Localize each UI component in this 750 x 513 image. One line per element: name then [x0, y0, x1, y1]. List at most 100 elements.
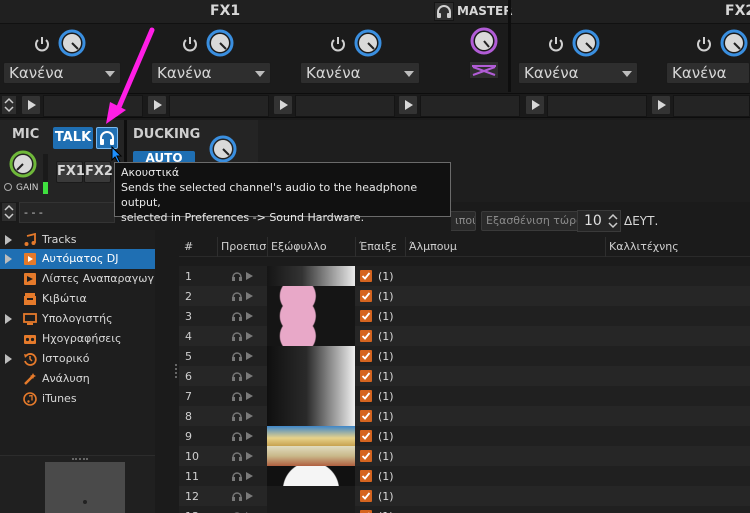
- effect3-knob[interactable]: [353, 28, 383, 58]
- preview-headphone-icon[interactable]: [231, 411, 243, 422]
- table-row[interactable]: 11 (1): [179, 466, 750, 486]
- preview-headphone-icon[interactable]: [231, 291, 243, 302]
- sidebar-item-tracks[interactable]: Tracks: [0, 230, 155, 250]
- preview-play-icon[interactable]: [246, 312, 253, 320]
- table-row[interactable]: 2 (1): [179, 286, 750, 306]
- played-checkbox[interactable]: [360, 270, 372, 282]
- preview-headphone-icon[interactable]: [231, 491, 243, 502]
- table-row[interactable]: 3 (1): [179, 306, 750, 326]
- column-header-cover[interactable]: Εξώφυλλο: [267, 237, 355, 257]
- column-header-played[interactable]: Έπαιξε: [355, 237, 405, 257]
- effect2-power-button[interactable]: [181, 35, 199, 53]
- sidebar-item-playlists[interactable]: Λίστες Αναπαραγωγής: [0, 269, 167, 289]
- sidebar-item-crates[interactable]: Κιβώτια: [0, 289, 155, 309]
- preview-headphone-icon[interactable]: [231, 451, 243, 462]
- ducking-strength-knob[interactable]: [208, 134, 238, 164]
- preview-play-icon[interactable]: [246, 272, 253, 280]
- preview-play-icon[interactable]: [246, 432, 253, 440]
- table-row[interactable]: 8 (1): [179, 406, 750, 426]
- table-row[interactable]: 6 (1): [179, 366, 750, 386]
- sidebar-item-history[interactable]: Ιστορικό: [0, 349, 155, 369]
- seconds-spinbox[interactable]: 10: [577, 210, 621, 232]
- preview-headphone-icon[interactable]: [231, 431, 243, 442]
- preview-play-icon[interactable]: [246, 412, 253, 420]
- sidebar-item-recordings[interactable]: Ηχογραφήσεις: [0, 329, 155, 349]
- mix-mode-toggle[interactable]: [469, 61, 499, 79]
- preview-headphone-icon[interactable]: [231, 331, 243, 342]
- autodj-partial-button[interactable]: ιπού: [451, 211, 476, 231]
- table-row[interactable]: 10 (1): [179, 446, 750, 466]
- effect3-select[interactable]: Κανένα: [300, 62, 420, 84]
- preview-headphone-icon[interactable]: [231, 391, 243, 402]
- table-row[interactable]: 12 (1): [179, 486, 750, 506]
- preview-headphone-icon[interactable]: [231, 311, 243, 322]
- sidebar-item-autodj[interactable]: Αυτόματος DJ: [0, 249, 155, 269]
- played-checkbox[interactable]: [360, 410, 372, 422]
- table-row[interactable]: 5 (1): [179, 346, 750, 366]
- play-button-1[interactable]: [21, 95, 41, 115]
- played-checkbox[interactable]: [360, 350, 372, 362]
- preview-play-icon[interactable]: [246, 292, 253, 300]
- transport-stepper-1[interactable]: [1, 95, 17, 115]
- play-button-6[interactable]: [651, 95, 671, 115]
- mix-knob[interactable]: [469, 26, 499, 56]
- preview-play-icon[interactable]: [246, 372, 253, 380]
- effect1-knob[interactable]: [57, 28, 87, 58]
- preview-play-icon[interactable]: [246, 332, 253, 340]
- played-checkbox[interactable]: [360, 470, 372, 482]
- play-button-3[interactable]: [273, 95, 293, 115]
- table-row[interactable]: 4 (1): [179, 326, 750, 346]
- played-checkbox[interactable]: [360, 490, 372, 502]
- column-header-album[interactable]: Άλμπουμ: [405, 237, 605, 257]
- effect2-knob[interactable]: [205, 28, 235, 58]
- table-row[interactable]: 7 (1): [179, 386, 750, 406]
- sidebar-item-computer[interactable]: Υπολογιστής: [0, 309, 155, 329]
- preview-play-icon[interactable]: [246, 392, 253, 400]
- preview-headphone-icon[interactable]: [231, 351, 243, 362]
- column-header-artist[interactable]: Καλλιτέχνης: [605, 237, 750, 257]
- effect4-select[interactable]: Κανένα: [518, 62, 638, 84]
- preview-play-icon[interactable]: [246, 472, 253, 480]
- effect4-power-button[interactable]: [547, 35, 565, 53]
- played-checkbox[interactable]: [360, 290, 372, 302]
- effect4-knob[interactable]: [571, 28, 601, 58]
- mic-fx2-button[interactable]: FX2: [84, 161, 113, 183]
- table-row[interactable]: 9 (1): [179, 426, 750, 446]
- played-checkbox[interactable]: [360, 390, 372, 402]
- sidebar-splitter[interactable]: [155, 230, 179, 513]
- effect2-select[interactable]: Κανένα: [151, 62, 271, 84]
- played-checkbox[interactable]: [360, 430, 372, 442]
- effect3-power-button[interactable]: [329, 35, 347, 53]
- played-checkbox[interactable]: [360, 310, 372, 322]
- mic-gain-knob[interactable]: [8, 149, 38, 179]
- preview-headphone-icon[interactable]: [231, 471, 243, 482]
- preview-play-icon[interactable]: [246, 452, 253, 460]
- fade-now-button[interactable]: Εξασθένιση τώρα: [481, 211, 589, 231]
- preview-play-icon[interactable]: [246, 352, 253, 360]
- library-stepper[interactable]: [1, 202, 17, 222]
- cover-panel-grip[interactable]: [72, 458, 88, 461]
- played-checkbox[interactable]: [360, 330, 372, 342]
- play-button-4[interactable]: [398, 95, 418, 115]
- sidebar-item-itunes[interactable]: iTunes: [0, 389, 155, 409]
- preview-headphone-icon[interactable]: [231, 371, 243, 382]
- played-checkbox[interactable]: [360, 450, 372, 462]
- sidebar-item-analyze[interactable]: Ανάλυση: [0, 369, 155, 389]
- column-header-preview[interactable]: Προεπισ: [217, 237, 267, 257]
- talk-button[interactable]: TALK: [53, 127, 93, 149]
- play-button-5[interactable]: [525, 95, 545, 115]
- table-row[interactable]: 13(1): [179, 506, 750, 513]
- effect1-power-button[interactable]: [33, 35, 51, 53]
- preview-headphone-icon[interactable]: [231, 271, 243, 282]
- table-row[interactable]: 1 (1): [179, 266, 750, 286]
- sidebar-item-label: Κιβώτια: [42, 292, 87, 305]
- preview-play-icon[interactable]: [246, 492, 253, 500]
- effect5-select[interactable]: Κανένα: [666, 62, 750, 84]
- master-headphone-button[interactable]: [434, 2, 454, 21]
- column-header-number[interactable]: #: [179, 237, 217, 257]
- played-checkbox[interactable]: [360, 370, 372, 382]
- effect5-power-button[interactable]: [695, 35, 713, 53]
- effect5-knob[interactable]: [719, 28, 749, 58]
- mic-fx1-button[interactable]: FX1: [56, 161, 85, 183]
- search-input[interactable]: - - -: [19, 202, 115, 223]
